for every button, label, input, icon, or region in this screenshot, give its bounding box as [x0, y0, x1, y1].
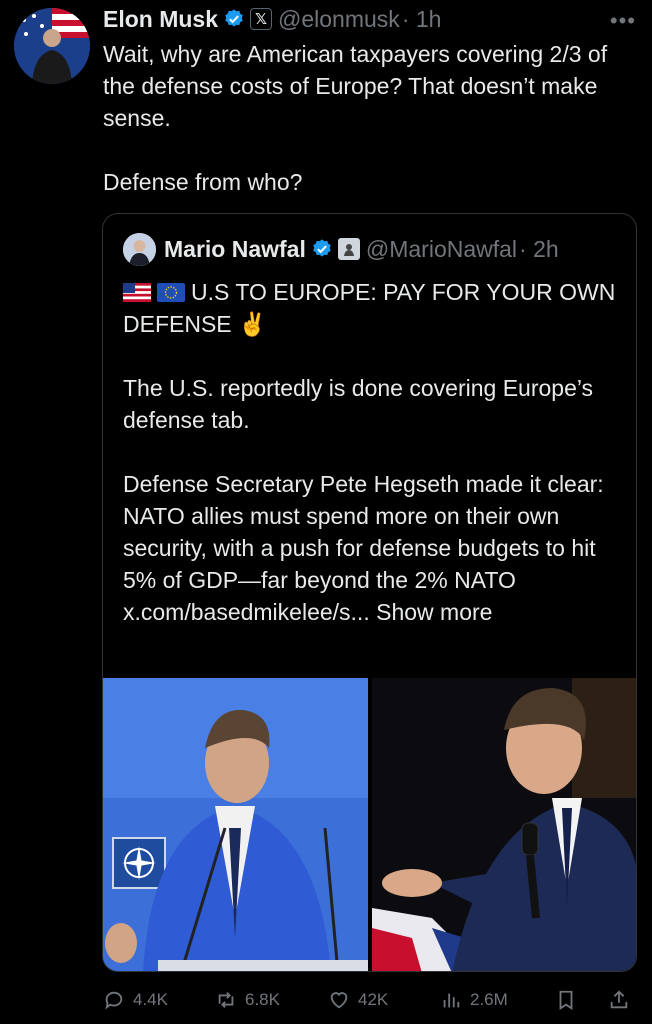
affiliate-badge-icon: [337, 238, 360, 260]
x-affiliate-badge-icon: 𝕏: [250, 8, 273, 30]
bookmark-button[interactable]: [555, 985, 585, 1015]
quoted-tweet[interactable]: Mario Nawfal @MarioNawfal · 2h U.S TO EU…: [102, 213, 637, 972]
quote-paragraph: The U.S. reportedly is done covering Eur…: [123, 375, 594, 433]
like-button[interactable]: 42K: [328, 985, 388, 1015]
quote-headline-text: U.S TO EUROPE: PAY FOR YOUR OWN DEFENSE …: [123, 279, 616, 337]
verified-badge-icon: [313, 239, 331, 257]
heart-icon: [330, 992, 348, 1009]
media-photo-macron[interactable]: [372, 678, 636, 971]
share-icon: [610, 990, 628, 1009]
us-flag-icon: [123, 283, 151, 302]
media-photo-hegseth[interactable]: [103, 678, 368, 971]
reply-count: 4.4K: [133, 990, 168, 1009]
eu-flag-icon: [157, 283, 185, 302]
repost-count: 6.8K: [245, 990, 280, 1009]
reply-icon: [105, 991, 123, 1010]
tweet-action-bar: 4.4K 6.8K 42K 2.6M: [103, 985, 638, 1015]
tweet-time[interactable]: · 1h: [402, 6, 442, 33]
share-button[interactable]: [608, 985, 638, 1015]
show-more-link[interactable]: Show more: [376, 599, 492, 625]
tweet-paragraph: Defense from who?: [103, 169, 303, 195]
quote-author-avatar[interactable]: [123, 232, 156, 266]
reply-button[interactable]: 4.4K: [103, 985, 168, 1015]
quote-text: U.S TO EUROPE: PAY FOR YOUR OWN DEFENSE …: [123, 276, 618, 628]
quote-headline: U.S TO EUROPE: PAY FOR YOUR OWN DEFENSE …: [123, 276, 618, 340]
quote-author-name[interactable]: Mario Nawfal: [164, 236, 306, 263]
quote-paragraph-text: Defense Secretary Pete Hegseth made it c…: [123, 471, 604, 625]
views-count: 2.6M: [470, 990, 508, 1009]
tweet-header: Elon Musk 𝕏 @elonmusk · 1h: [103, 4, 441, 34]
author-handle[interactable]: @elonmusk: [278, 6, 400, 33]
more-options-icon[interactable]: •••: [610, 8, 636, 34]
repost-button[interactable]: 6.8K: [215, 985, 280, 1015]
repost-icon: [218, 992, 234, 1008]
quote-paragraph: Defense Secretary Pete Hegseth made it c…: [123, 468, 618, 628]
verified-badge-icon: [225, 9, 243, 27]
views-button[interactable]: 2.6M: [440, 985, 508, 1015]
quote-author-handle[interactable]: @MarioNawfal: [366, 236, 517, 263]
quote-media[interactable]: [103, 678, 636, 971]
views-chart-icon: [443, 993, 460, 1008]
author-name[interactable]: Elon Musk: [103, 6, 218, 33]
tweet-text: Wait, why are American taxpayers coverin…: [103, 38, 633, 198]
tweet-paragraph: Wait, why are American taxpayers coverin…: [103, 41, 608, 131]
quote-time[interactable]: · 2h: [519, 236, 559, 263]
quote-header: Mario Nawfal @MarioNawfal · 2h: [123, 232, 559, 266]
like-count: 42K: [358, 990, 389, 1009]
bookmark-icon: [559, 990, 573, 1010]
author-avatar[interactable]: [14, 8, 90, 84]
avatar-image: [14, 8, 90, 84]
